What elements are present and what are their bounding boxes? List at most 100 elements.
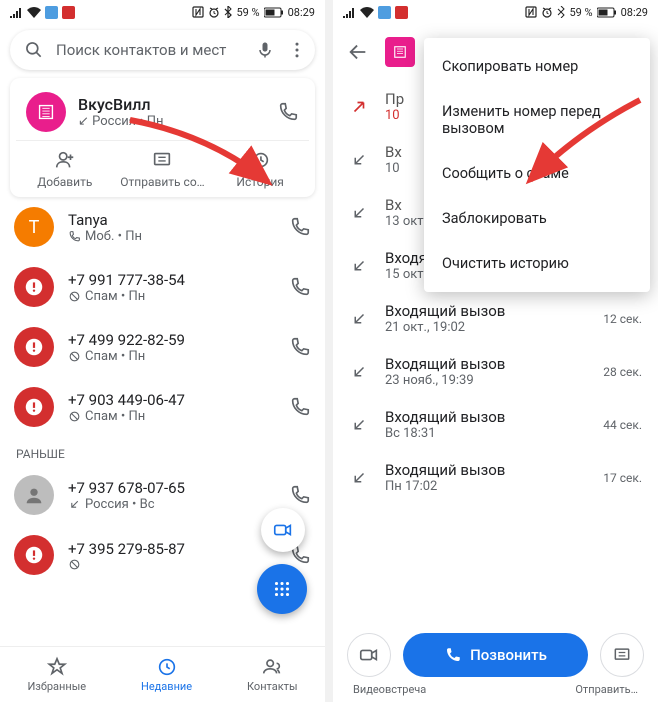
section-header-earlier: РАНЬШЕ: [0, 437, 325, 465]
incoming-call-icon: [349, 363, 369, 381]
history-item[interactable]: Входящий вызовВс 18:31 44 сек.: [333, 398, 658, 451]
missed-call-icon: [349, 98, 369, 116]
video-fab[interactable]: [261, 508, 305, 552]
call-icon[interactable]: [289, 216, 311, 238]
spam-avatar: [14, 387, 54, 427]
incoming-call-icon: [349, 257, 369, 275]
nav-favorites[interactable]: Избранные: [27, 656, 86, 693]
contact-subtitle: ↙ Россия • Пн: [78, 114, 265, 129]
incoming-call-icon: [349, 416, 369, 434]
call-icon[interactable]: [277, 101, 299, 123]
history-date: 23 нояб., 19:39: [385, 373, 587, 388]
time-text: 08:29: [288, 6, 315, 19]
app-icon: [395, 6, 408, 19]
phone-screen-left: 59 % 08:29 Поиск контактов и мест ВкусВи…: [0, 0, 325, 702]
spam-avatar: [14, 535, 54, 575]
call-subtitle: Россия • Вс: [68, 497, 275, 512]
person-avatar: [14, 475, 54, 515]
message-label: Отправить со…: [120, 175, 204, 189]
message-button[interactable]: [600, 633, 644, 677]
list-item[interactable]: TTanyaМоб. • Пн: [0, 197, 325, 257]
signal-icon: [343, 7, 356, 18]
call-icon[interactable]: [289, 484, 311, 506]
app-icon: [378, 6, 391, 19]
battery-text: 59 %: [569, 6, 592, 19]
statusbar: 59 % 08:29: [333, 0, 658, 24]
phone-screen-right: 59 % 08:29 Скопировать номер Изменить но…: [333, 0, 658, 702]
history-duration: 44 сек.: [603, 418, 642, 432]
menu-block[interactable]: Заблокировать: [424, 196, 650, 241]
spam-avatar: [14, 327, 54, 367]
history-duration: 17 сек.: [603, 471, 642, 485]
list-item[interactable]: +7 991 777-38-54Спам • Пн: [0, 257, 325, 317]
call-icon[interactable]: [289, 336, 311, 358]
battery-icon: [264, 7, 284, 18]
history-item[interactable]: Входящий вызов23 нояб., 19:39 28 сек.: [333, 345, 658, 398]
call-name: +7 903 449-06-47: [68, 391, 275, 409]
call-subtitle: Спам • Пн: [68, 409, 275, 424]
statusbar: 59 % 08:29: [0, 0, 325, 24]
spam-avatar: [14, 267, 54, 307]
video-call-button[interactable]: [347, 633, 391, 677]
list-item[interactable]: +7 499 922-82-59Спам • Пн: [0, 317, 325, 377]
more-icon[interactable]: [287, 40, 307, 60]
history-title: Входящий вызов: [385, 408, 587, 426]
history-label: История: [236, 175, 283, 189]
call-button[interactable]: Позвонить: [403, 633, 588, 677]
mic-icon[interactable]: [255, 40, 275, 60]
history-duration: 28 сек.: [603, 365, 642, 379]
search-icon: [24, 40, 44, 60]
call-name: +7 499 922-82-59: [68, 331, 275, 349]
call-subtitle: [68, 558, 275, 571]
bottom-nav: Избранные Недавние Контакты: [0, 646, 325, 702]
search-bar[interactable]: Поиск контактов и мест: [10, 30, 315, 70]
incoming-call-icon: [349, 151, 369, 169]
alarm-icon: [541, 6, 553, 18]
message-button[interactable]: Отправить со…: [114, 149, 211, 189]
battery-text: 59 %: [236, 6, 259, 19]
contact-avatar-small[interactable]: [385, 37, 415, 67]
menu-clear-history[interactable]: Очистить историю: [424, 241, 650, 286]
battery-icon: [597, 7, 617, 18]
call-name: +7 395 279-85-87: [68, 540, 275, 558]
history-duration: 12 сек.: [603, 312, 642, 326]
bluetooth-icon: [224, 6, 232, 18]
bluetooth-icon: [557, 6, 565, 18]
history-date: 21 окт., 19:02: [385, 320, 587, 335]
history-item[interactable]: Входящий вызовПн 17:0217 сек.: [333, 451, 658, 504]
nav-contacts[interactable]: Контакты: [247, 656, 298, 693]
call-icon[interactable]: [289, 396, 311, 418]
dialpad-fab[interactable]: [257, 564, 307, 614]
context-menu: Скопировать номер Изменить номер перед в…: [424, 38, 650, 292]
recent-calls-list: TTanyaМоб. • Пн+7 991 777-38-54Спам • Пн…: [0, 197, 325, 437]
call-subtitle: Спам • Пн: [68, 349, 275, 364]
history-title: Входящий вызов: [385, 355, 587, 373]
contact-name: ВкусВилл: [78, 95, 265, 114]
incoming-call-icon: [349, 204, 369, 222]
alarm-icon: [208, 6, 220, 18]
history-title: Входящий вызов: [385, 302, 587, 320]
history-date: Вс 18:31: [385, 426, 587, 441]
call-icon[interactable]: [289, 276, 311, 298]
history-button[interactable]: История: [212, 149, 309, 189]
call-name: Tanya: [68, 211, 275, 229]
add-contact-button[interactable]: Добавить: [16, 149, 113, 189]
menu-copy-number[interactable]: Скопировать номер: [424, 44, 650, 89]
nav-recent[interactable]: Недавние: [141, 656, 192, 693]
call-subtitle: Спам • Пн: [68, 289, 275, 304]
history-item[interactable]: Входящий вызов21 окт., 19:02 12 сек.: [333, 292, 658, 345]
time-text: 08:29: [621, 6, 648, 19]
add-label: Добавить: [37, 175, 92, 189]
call-bar: Позвонить Видеовстреча Отправить…: [333, 623, 658, 702]
send-label: Отправить…: [575, 683, 638, 696]
call-button-label: Позвонить: [470, 646, 547, 664]
call-name: +7 991 777-38-54: [68, 271, 275, 289]
contact-avatar[interactable]: [26, 92, 66, 132]
menu-edit-number[interactable]: Изменить номер перед вызовом: [424, 89, 650, 151]
signal-icon: [10, 7, 23, 18]
menu-report-spam[interactable]: Сообщить о спаме: [424, 151, 650, 196]
back-icon[interactable]: [347, 41, 369, 63]
history-date: Пн 17:02: [385, 479, 587, 494]
search-placeholder: Поиск контактов и мест: [56, 41, 243, 59]
list-item[interactable]: +7 903 449-06-47Спам • Пн: [0, 377, 325, 437]
